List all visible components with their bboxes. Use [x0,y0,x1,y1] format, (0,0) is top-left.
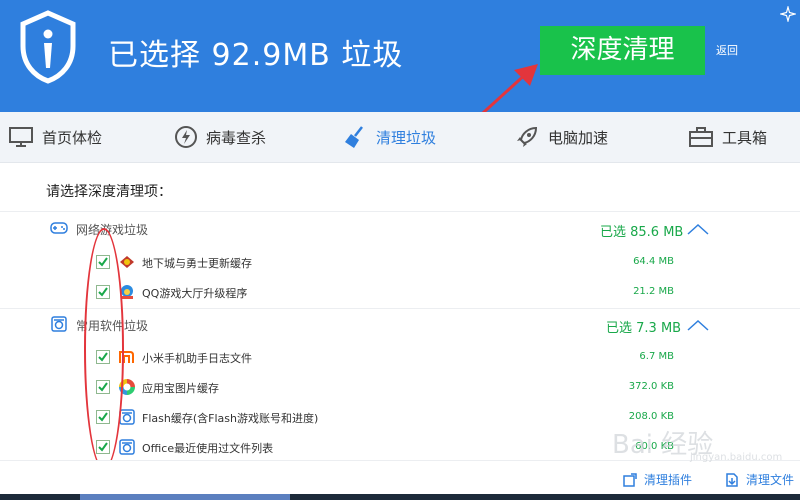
clean-plugins-label: 清理插件 [644,473,693,487]
list-item: 小米手机助手日志文件 6.7 MB [0,342,800,372]
list-item: 应用宝图片缓存 372.0 KB [0,372,800,402]
clean-files-link[interactable]: 清理文件 [724,471,794,488]
list-item: 地下城与勇士更新缓存 64.4 MB [0,247,800,277]
tab-label: 病毒查杀 [206,128,267,147]
list-item: Office最近使用过文件列表 60.0 KB [0,432,800,462]
item-size: 64.4 MB [633,256,674,267]
item-label: 应用宝图片缓存 [142,382,219,395]
group-label: 常用软件垃圾 [76,319,149,333]
flash-icon [119,409,135,425]
chevron-up-icon[interactable] [686,319,710,331]
app-store-icon [119,379,135,395]
item-label: QQ游戏大厅升级程序 [142,287,248,300]
item-checkbox[interactable] [96,285,110,299]
rocket-icon [517,126,538,147]
item-checkbox[interactable] [96,440,110,454]
qq-game-icon [121,285,133,299]
office-icon [119,439,135,455]
taskbar-active-window[interactable] [80,494,290,500]
dnf-game-icon [120,256,134,268]
list-item: Flash缓存(含Flash游戏账号和进度) 208.0 KB [0,402,800,432]
item-label: 地下城与勇士更新缓存 [142,257,252,270]
section-prompt: 请选择深度清理项： [46,184,172,200]
item-label: Flash缓存(含Flash游戏账号和进度) [142,412,319,425]
header-bar: 已选择 92.9MB 垃圾 深度清理 返回 [0,0,800,112]
item-size: 6.7 MB [639,351,674,362]
group-common-software[interactable]: 常用软件垃圾 已选 7.3 MB [0,309,800,339]
item-checkbox[interactable] [96,255,110,269]
item-size: 60.0 KB [635,441,674,452]
item-size: 372.0 KB [628,381,674,392]
item-label: Office最近使用过文件列表 [142,442,274,455]
item-checkbox[interactable] [96,410,110,424]
group-selected-size: 已选 85.6 MB [600,225,684,240]
group-online-games[interactable]: 网络游戏垃圾 已选 85.6 MB [0,213,800,243]
tab-label: 清理垃圾 [376,128,437,147]
plugin-icon [623,472,637,487]
shield-logo-icon [20,10,76,84]
xiaomi-icon [119,351,134,363]
tab-speed-up[interactable]: 电脑加速 [514,112,608,162]
list-item: QQ游戏大厅升级程序 21.2 MB [0,277,800,307]
tab-label: 电脑加速 [548,128,609,147]
tab-label: 首页体检 [42,128,103,147]
group-selected-size: 已选 7.3 MB [606,321,682,336]
toolbox-icon [689,127,713,147]
item-checkbox[interactable] [96,350,110,364]
group-label: 网络游戏垃圾 [76,223,149,237]
item-size: 208.0 KB [628,411,674,422]
tab-clean-junk[interactable]: 清理垃圾 [342,112,436,162]
software-icon [51,316,67,332]
lightning-icon [175,126,197,148]
tab-health-check[interactable]: 首页体检 [8,112,102,162]
chevron-up-icon[interactable] [686,223,710,235]
clean-plugins-link[interactable]: 清理插件 [622,471,692,488]
deep-clean-button[interactable]: 深度清理 [540,26,705,75]
item-checkbox[interactable] [96,380,110,394]
file-icon [726,472,738,487]
broom-icon [345,126,363,148]
page-title: 已选择 92.9MB 垃圾 [108,38,404,73]
main-tab-bar: 首页体检 病毒查杀 清理垃圾 电脑加速 工具箱 [0,112,800,163]
tab-toolbox[interactable]: 工具箱 [688,112,767,162]
divider [0,211,800,212]
item-size: 21.2 MB [633,286,674,297]
item-label: 小米手机助手日志文件 [142,352,252,365]
gamepad-icon [50,222,68,234]
settings-star-icon[interactable] [780,6,796,22]
monitor-icon [9,127,33,147]
clean-files-label: 清理文件 [746,473,795,487]
tab-virus-scan[interactable]: 病毒查杀 [174,112,266,162]
back-link[interactable]: 返回 [716,42,738,58]
tab-label: 工具箱 [722,128,768,147]
